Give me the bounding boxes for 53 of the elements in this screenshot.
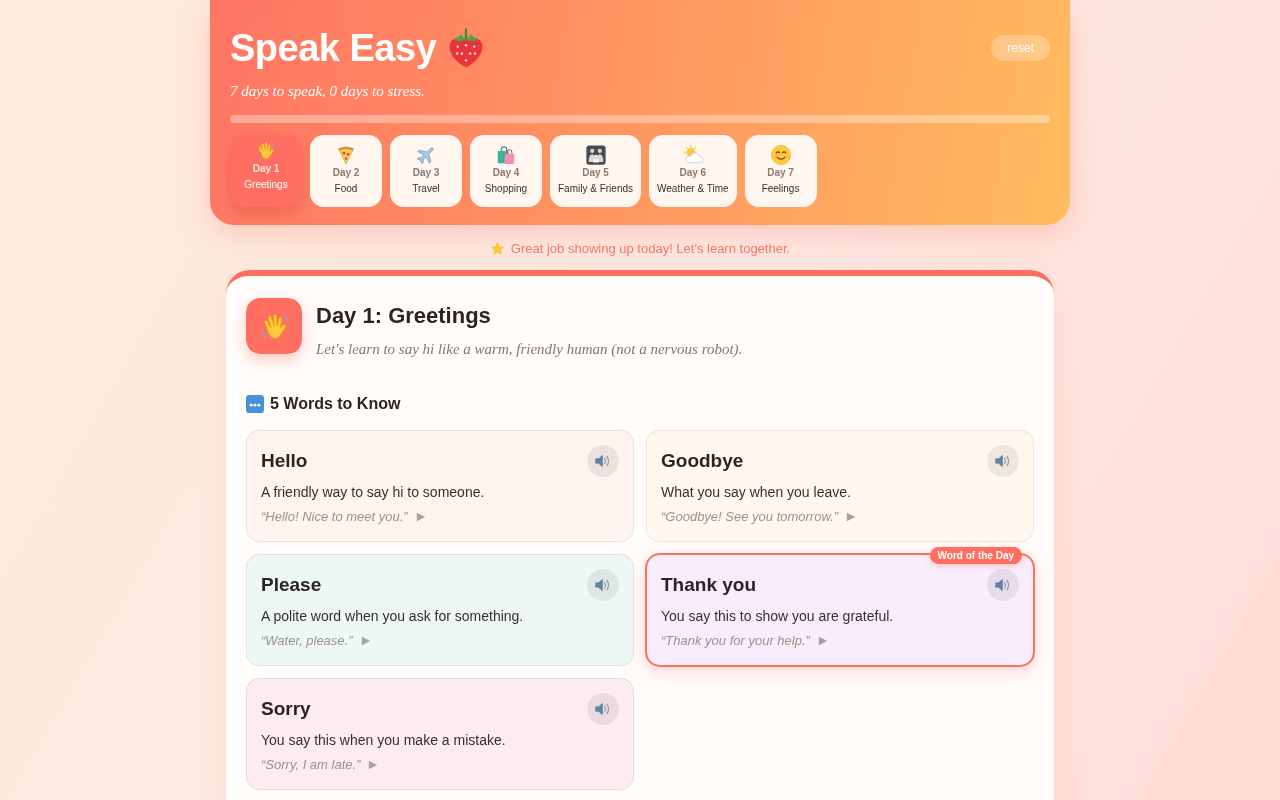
day-tab[interactable]: Day 2 Food	[310, 135, 382, 207]
app-title: Speak Easy	[230, 26, 437, 70]
word-definition: What you say when you leave.	[661, 483, 852, 502]
word-definition: A polite word when you ask for something.	[261, 607, 525, 626]
speaker-icon	[594, 452, 612, 470]
day-tab[interactable]: Day 4 Shopping	[470, 135, 542, 207]
speaker-icon	[594, 700, 612, 718]
example-sentence: “Goodbye! See you tomorrow.”	[661, 508, 839, 526]
word-title: Please	[261, 573, 322, 597]
glowing-star-icon	[489, 241, 505, 257]
pizza-slice-icon	[335, 144, 357, 166]
word-of-the-day-badge: Word of the Day	[929, 547, 1022, 564]
speak-button[interactable]	[987, 445, 1019, 477]
speak-button[interactable]	[587, 445, 619, 477]
sun-behind-cloud-icon	[681, 144, 704, 166]
airplane-icon	[415, 144, 437, 166]
word-title: Goodbye	[661, 449, 744, 473]
day-tab[interactable]: Day 7 Feelings	[744, 135, 817, 207]
play-icon[interactable]	[846, 512, 857, 522]
day-tab[interactable]: Day 3 Travel	[390, 135, 462, 207]
word-title: Sorry	[261, 697, 311, 721]
lesson-subtitle: Let's learn to say hi like a warm, friendly human (not a nervous robot).	[316, 340, 743, 359]
encouragement-message: Great job showing up today! Let's learn together.	[510, 240, 791, 258]
speak-button[interactable]	[587, 569, 619, 601]
play-icon[interactable]	[368, 760, 379, 770]
section-title: 5 Words to Know	[270, 394, 401, 414]
play-icon[interactable]	[360, 636, 371, 646]
speaker-icon	[994, 452, 1012, 470]
day-tab[interactable]: Day 6 Weather & Time	[649, 135, 737, 207]
word-title: Thank you	[661, 573, 756, 597]
speaker-icon	[594, 576, 612, 594]
tagline: 7 days to speak, 0 days to stress.	[230, 82, 425, 101]
waving-hand-icon	[255, 140, 277, 162]
example-sentence: “Sorry, I am late.”	[261, 756, 361, 774]
play-icon[interactable]	[415, 512, 426, 522]
word-definition: A friendly way to say hi to someone.	[261, 483, 486, 502]
waving-hand-icon	[246, 298, 302, 354]
play-icon[interactable]	[817, 636, 828, 646]
speak-button[interactable]	[987, 569, 1019, 601]
speak-button[interactable]	[587, 693, 619, 725]
example-sentence: “Hello! Nice to meet you.”	[261, 508, 408, 526]
smiling-face-icon	[769, 144, 792, 166]
shopping-bags-icon	[495, 144, 517, 166]
word-definition: You say this to show you are grateful.	[661, 607, 895, 626]
family-icon	[584, 144, 607, 166]
word-title: Hello	[261, 449, 308, 473]
word-definition: You say this when you make a mistake.	[261, 731, 507, 750]
dots-tile-icon	[246, 395, 264, 413]
lesson-title: Day 1: Greetings	[316, 302, 491, 330]
day-tab[interactable]: Day 5 Family & Friends	[550, 135, 641, 207]
example-sentence: “Thank you for your help.”	[661, 632, 810, 650]
speaker-icon	[994, 576, 1012, 594]
example-sentence: “Water, please.”	[261, 632, 353, 650]
